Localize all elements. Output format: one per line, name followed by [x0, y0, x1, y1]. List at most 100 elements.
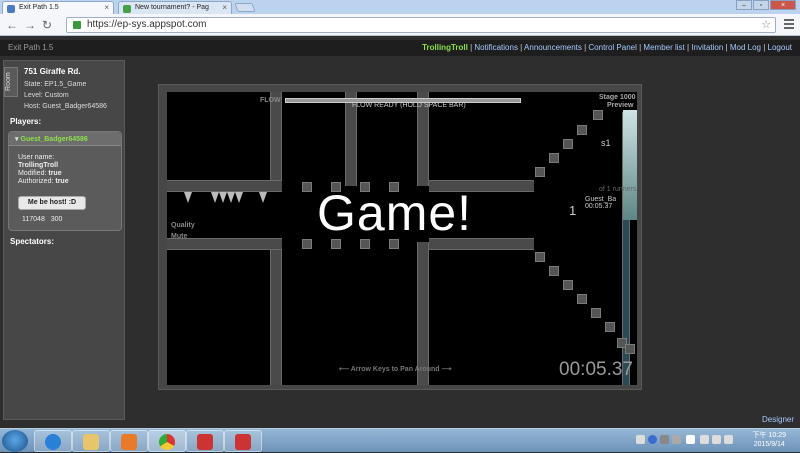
spike-hazard: [219, 192, 227, 203]
level-wall: [417, 242, 429, 385]
race-timer: 00:05.37: [559, 359, 633, 380]
player-stat-a: 117048: [22, 216, 45, 223]
site-topbar: Exit Path 1.5 TrollingTroll | Notificati…: [0, 40, 800, 56]
url-text: https://ep-sys.appspot.com: [87, 19, 207, 30]
tab-exit-path[interactable]: Exit Path 1.5 ×: [2, 1, 114, 14]
tray-app-icon[interactable]: [660, 435, 669, 444]
taskbar-explorer[interactable]: [72, 430, 110, 452]
spike-hazard: [211, 192, 219, 203]
username-link[interactable]: TrollingTroll: [422, 43, 468, 52]
star-icon[interactable]: ☆: [761, 18, 771, 32]
nav-invitation[interactable]: Invitation: [691, 43, 723, 52]
new-tab-button[interactable]: [234, 3, 256, 12]
player-card-header[interactable]: ▾ Guest_Badger64586: [9, 132, 121, 146]
exit-path-favicon-icon: [7, 5, 15, 13]
s1-label: s1: [601, 138, 611, 148]
designer-link[interactable]: Designer: [762, 415, 794, 424]
tab-title: Exit Path 1.5: [19, 4, 59, 11]
network-icon[interactable]: [700, 435, 709, 444]
room-host: Host: Guest_Badger64586: [24, 103, 107, 110]
stage-panel: [623, 110, 637, 220]
user-name-label: User name:: [18, 154, 55, 161]
modified-line: Modified: true: [18, 170, 62, 177]
volume-icon[interactable]: [712, 435, 721, 444]
taskbar-ie[interactable]: [34, 430, 72, 452]
spectators-heading: Spectators:: [10, 237, 55, 246]
room-state: State: EP1.5_Game: [24, 81, 87, 88]
ie-icon: [45, 434, 61, 450]
preview-label: Preview: [607, 102, 634, 109]
tray-arrow-icon[interactable]: [672, 435, 681, 444]
nav-mod-log[interactable]: Mod Log: [730, 43, 761, 52]
game-canvas[interactable]: FLOW FLOW READY (HOLD SPACE BAR) Stage 1…: [167, 92, 637, 385]
quality-toggle[interactable]: Quality: [171, 222, 195, 229]
address-bar[interactable]: https://ep-sys.appspot.com ☆: [66, 17, 776, 33]
system-tray: 下午 10:29 2015/9/14: [630, 429, 800, 453]
close-tab-icon[interactable]: ×: [104, 3, 109, 12]
browser-toolbar: ← → ↻ https://ep-sys.appspot.com ☆: [0, 14, 800, 36]
level-wall: [270, 242, 282, 385]
leaderboard-time: 00:05.37: [585, 203, 613, 210]
level-block: [577, 125, 587, 135]
taskbar-media-player[interactable]: [110, 430, 148, 452]
back-arrow-icon[interactable]: ←: [6, 18, 18, 32]
spike-hazard: [259, 192, 267, 203]
room-sidebar: Room 751 Giraffe Rd. State: EP1.5_Game L…: [3, 60, 125, 420]
maximize-button[interactable]: ▫: [753, 0, 769, 10]
nav-announcements[interactable]: Announcements: [524, 43, 582, 52]
pan-hint-text: Arrow Keys to Pan Around: [350, 366, 440, 373]
authorized-value: true: [55, 178, 69, 185]
browser-tabstrip: Exit Path 1.5 × New tournament? - Pag × …: [0, 0, 800, 14]
close-tab-icon[interactable]: ×: [222, 3, 227, 12]
forward-arrow-icon[interactable]: →: [24, 18, 36, 32]
page: Exit Path 1.5 TrollingTroll | Notificati…: [0, 36, 800, 428]
player-name: Guest_Badger64586: [20, 136, 88, 143]
mute-toggle[interactable]: Mute: [171, 233, 187, 240]
leaderboard-rank: 1: [569, 203, 577, 218]
level-block: [549, 266, 559, 276]
minimize-button[interactable]: –: [736, 0, 752, 10]
windows-flag-icon[interactable]: [686, 435, 695, 444]
room-level: Level: Custom: [24, 92, 69, 99]
taskbar-exit-path[interactable]: [186, 430, 224, 452]
menu-icon[interactable]: [784, 19, 794, 29]
clock[interactable]: 下午 10:29 2015/9/14: [753, 431, 786, 449]
level-block: [563, 139, 573, 149]
nav-control-panel[interactable]: Control Panel: [588, 43, 636, 52]
level-block: [302, 239, 312, 249]
become-host-button[interactable]: Me be host! :D: [18, 196, 86, 210]
player-card: ▾ Guest_Badger64586 User name: TrollingTr…: [8, 131, 122, 231]
runners-count: of 1 runners: [599, 186, 637, 193]
level-wall: [270, 92, 282, 186]
page-favicon-icon: [123, 5, 131, 13]
arrow-right-icon: ⟶: [441, 366, 452, 373]
level-block: [625, 344, 635, 354]
flow-label: FLOW: [260, 97, 281, 104]
user-name-value: TrollingTroll: [18, 162, 59, 169]
leaderboard-name: Guest_Ba: [585, 196, 617, 203]
nav-member-list[interactable]: Member list: [643, 43, 684, 52]
level-block: [593, 110, 603, 120]
nav-notifications[interactable]: Notifications: [474, 43, 518, 52]
pan-hint: ⟵ Arrow Keys to Pan Around ⟶: [339, 365, 452, 373]
arrow-left-icon: ⟵: [339, 366, 350, 373]
start-button[interactable]: [2, 430, 28, 452]
taskbar-chrome[interactable]: [148, 430, 186, 452]
level-block: [577, 294, 587, 304]
site-title: Exit Path 1.5: [8, 43, 54, 52]
media-player-icon: [121, 434, 137, 450]
level-block: [302, 182, 312, 192]
flag-icon[interactable]: [724, 435, 733, 444]
tab-new-tournament[interactable]: New tournament? - Pag ×: [118, 1, 232, 14]
taskbar: 下午 10:29 2015/9/14: [0, 428, 800, 452]
help-icon[interactable]: [648, 435, 657, 444]
keyboard-icon[interactable]: [636, 435, 645, 444]
lock-icon: [73, 21, 81, 29]
taskbar-exit-path-2[interactable]: [224, 430, 262, 452]
close-window-button[interactable]: ×: [770, 0, 796, 10]
nav-logout[interactable]: Logout: [768, 43, 792, 52]
spike-hazard: [235, 192, 243, 203]
reload-icon[interactable]: ↻: [42, 18, 52, 32]
room-tab[interactable]: Room: [4, 67, 18, 97]
level-platform: [167, 180, 282, 192]
